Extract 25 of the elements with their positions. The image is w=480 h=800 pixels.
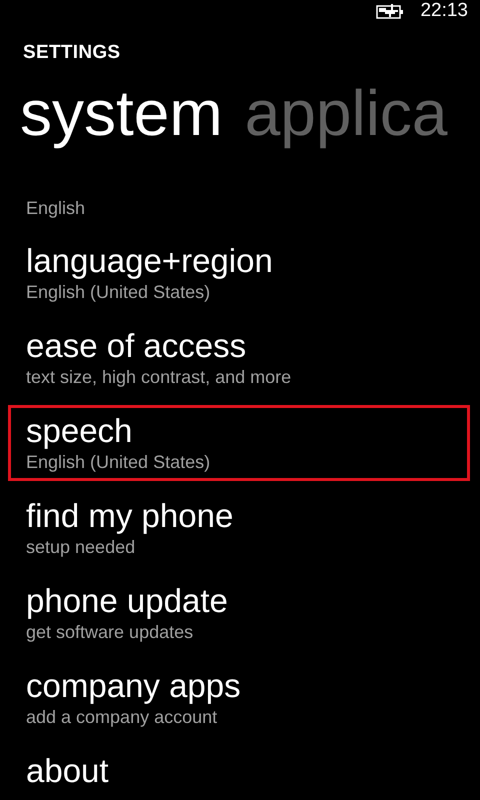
pivot-tab[interactable]: system	[20, 70, 223, 156]
setting-subtitle: add a company account	[26, 706, 218, 728]
setting-subtitle: text size, high contrast, and more	[26, 366, 292, 388]
setting-title: ease of access	[26, 326, 246, 366]
battery-charging-icon	[376, 3, 404, 19]
setting-subtitle: English (United States)	[26, 451, 210, 473]
setting-title: speech	[26, 411, 132, 451]
highlighted-setting-item[interactable]: speech English (United States)	[8, 405, 470, 481]
setting-title: language+region	[26, 241, 273, 281]
app-title: SETTINGS	[23, 42, 122, 64]
setting-item[interactable]: phone update get software updates	[8, 575, 470, 651]
setting-subtitle: setup needed	[26, 536, 136, 558]
setting-title: company apps	[26, 666, 241, 706]
setting-item[interactable]: ease of access text size, high contrast, and more	[8, 320, 470, 396]
setting-title: phone update	[26, 581, 228, 621]
setting-title: find my phone	[26, 496, 234, 536]
setting-item[interactable]: language+region English (United States)	[8, 235, 470, 311]
setting-subtitle: get software updates	[26, 621, 194, 643]
setting-item[interactable]: company apps add a company account	[8, 660, 470, 736]
setting-subtitle: English	[26, 197, 86, 219]
setting-title: about	[26, 751, 109, 791]
clock-time: 22:13	[420, 0, 468, 22]
setting-item[interactable]: about	[8, 745, 470, 800]
setting-item[interactable]: find my phone setup needed	[8, 490, 470, 566]
setting-subtitle: English (United States)	[26, 281, 210, 303]
